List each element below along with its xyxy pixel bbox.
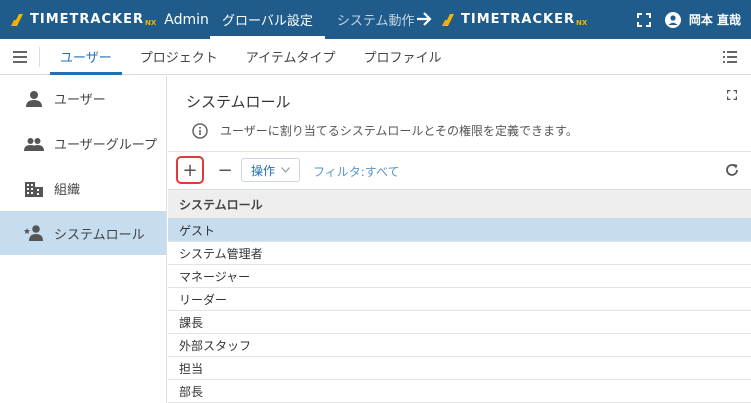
info-icon [192,122,208,139]
hamburger-menu-icon[interactable] [13,50,27,63]
list-view-icon[interactable] [723,51,737,63]
toolbar: + − 操作 フィルタ:すべて [168,155,751,189]
table-row[interactable]: 外部スタッフ [168,334,751,357]
brand-admin: Admin [164,11,209,28]
main-panel: システムロール ユーザーに割り当てるシステムロールとその権限を定義できます。 +… [168,76,751,403]
sub-nav-divider [39,46,40,67]
tab-projects[interactable]: プロジェクト [130,39,228,75]
sidebar-item-user-groups[interactable]: ユーザーグループ [0,121,166,166]
table-row[interactable]: マネージャー [168,265,751,288]
person-icon [26,90,42,107]
sidebar-item-system-roles[interactable]: システムロール [0,211,166,255]
user-avatar-icon[interactable] [664,11,681,28]
target-brand-suffix: NX [575,18,588,27]
tab-profiles[interactable]: プロファイル [353,39,451,75]
star-person-icon [24,225,43,241]
logo-mark-icon [442,13,454,26]
refresh-icon[interactable] [725,163,739,177]
page-title: システムロール [186,93,291,111]
people-icon [24,137,44,151]
table-row[interactable]: システム管理者 [168,242,751,265]
filter-link[interactable]: フィルタ:すべて [313,163,399,180]
table-row[interactable]: 部長 [168,380,751,403]
sidebar-item-label: システムロール [54,227,145,243]
info-text: ユーザーに割り当てるシステムロールとその権限を定義できます。 [220,124,578,138]
fullscreen-icon[interactable] [636,12,651,27]
roles-table: システムロール ゲスト システム管理者 マネージャー リーダー 課長 外部スタッ… [168,189,751,403]
operations-label: 操作 [251,163,276,178]
table-row[interactable]: 担当 [168,357,751,380]
add-button[interactable]: + [176,156,204,184]
sidebar-item-organization[interactable]: 組織 [0,166,166,211]
tab-system-behavior[interactable]: システム動作 [325,0,427,39]
top-tabs: グローバル設定 システム動作 [210,0,427,39]
sidebar-item-label: ユーザー [54,93,106,108]
sidebar-item-label: ユーザーグループ [54,138,157,153]
tab-users[interactable]: ユーザー [50,39,122,75]
table-row[interactable]: 課長 [168,311,751,334]
sidebar: ユーザー ユーザーグループ 組織 システムロール [0,76,167,403]
table-row[interactable]: ゲスト [168,219,751,242]
arrow-right-icon [417,12,432,26]
sidebar-item-label: 組織 [54,183,81,198]
top-right-area: 岡本 直哉 [636,0,741,39]
table-row[interactable]: リーダー [168,288,751,311]
sidebar-item-users[interactable]: ユーザー [0,76,166,121]
remove-button[interactable]: − [213,157,237,183]
info-message: ユーザーに割り当てるシステムロールとその権限を定義できます。 [192,122,578,139]
sub-nav-bar: ユーザー プロジェクト アイテムタイプ プロファイル [0,39,751,75]
section-divider [168,151,751,152]
brand-suffix: NX [144,18,157,27]
brand-name: TIMETRACKER [30,12,144,27]
tab-global-settings[interactable]: グローバル設定 [210,0,325,39]
operations-dropdown[interactable]: 操作 [241,158,300,182]
tab-item-types[interactable]: アイテムタイプ [236,39,346,75]
logo-mark-icon [11,13,23,26]
top-bar: TIMETRACKER NX Admin グローバル設定 システム動作 TIME… [0,0,751,39]
expand-icon[interactable] [727,90,737,100]
chevron-down-icon [281,167,290,173]
target-brand-name: TIMETRACKER [461,12,575,27]
app-logo[interactable]: TIMETRACKER NX Admin [10,0,209,39]
target-app-logo[interactable]: TIMETRACKER NX [441,0,587,39]
table-header[interactable]: システムロール [168,189,751,219]
building-icon [25,181,43,197]
user-name[interactable]: 岡本 直哉 [689,11,741,28]
